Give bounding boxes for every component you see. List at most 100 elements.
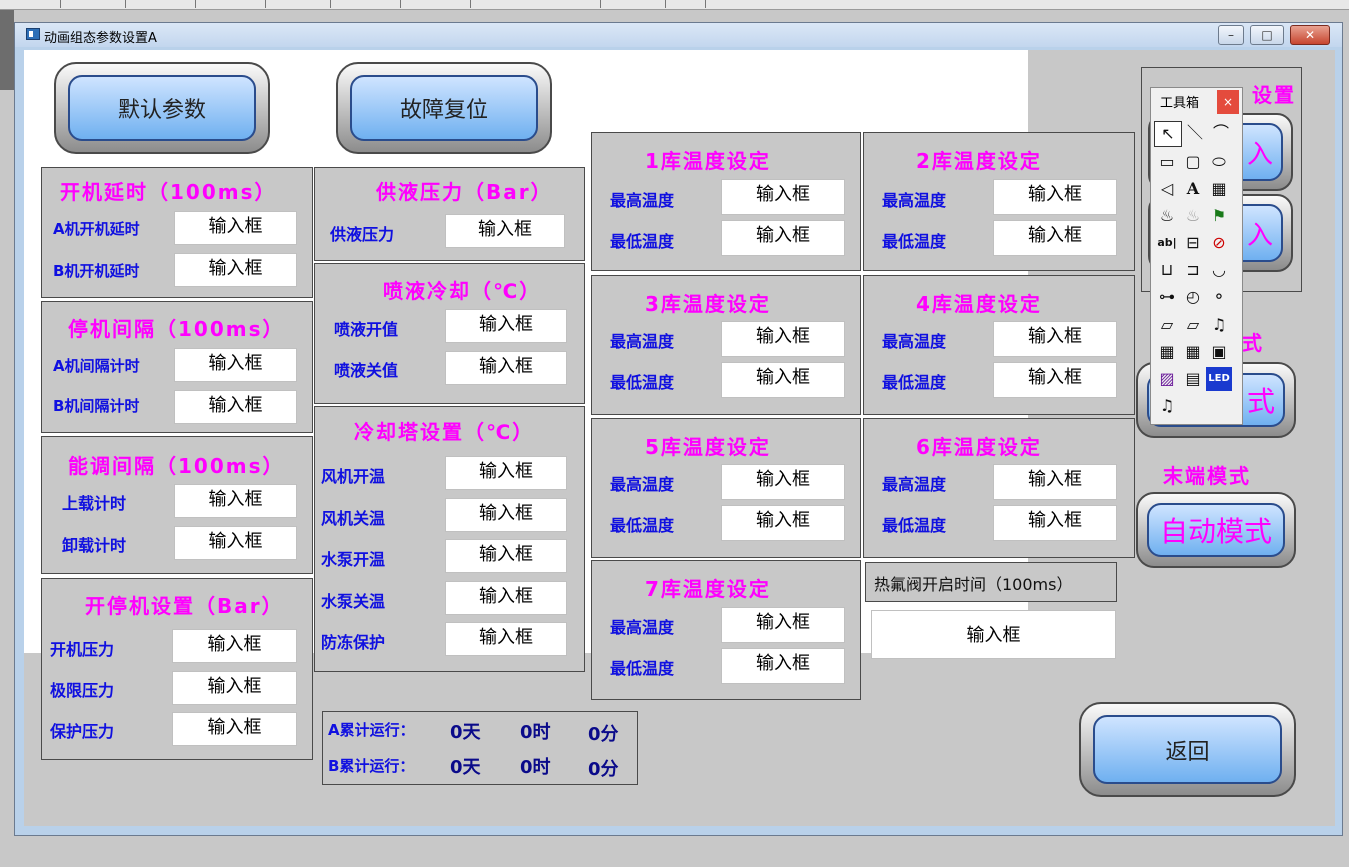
default-params-button[interactable]: 默认参数 xyxy=(54,62,270,154)
supply-pressure-input[interactable]: 输入框 xyxy=(445,214,565,248)
antifreeze-input[interactable]: 输入框 xyxy=(445,622,567,656)
xy-chart-tool-icon[interactable]: ▱ xyxy=(1180,313,1206,337)
room-1-min-label: 最低温度 xyxy=(610,232,675,251)
sub-window-tool-icon[interactable]: ▣ xyxy=(1206,340,1232,364)
runtime-b-hours: 0时 xyxy=(520,757,551,778)
history-curve-tool-icon[interactable]: ▨ xyxy=(1154,367,1180,391)
trend-chart-tool-icon[interactable]: ▱ xyxy=(1154,313,1180,337)
room-2-max-label: 最高温度 xyxy=(882,191,947,210)
unload-timer-input[interactable]: 输入框 xyxy=(174,526,297,560)
report-tool-icon[interactable]: ▤ xyxy=(1180,367,1206,391)
led-tool-icon[interactable]: LED xyxy=(1206,366,1232,391)
text-tool-icon[interactable]: A xyxy=(1180,177,1206,201)
stop-interval-b-input[interactable]: 输入框 xyxy=(174,390,297,424)
standard-button-tool-icon[interactable]: ⊘ xyxy=(1206,231,1232,255)
room-1-max-input[interactable]: 输入框 xyxy=(721,179,845,215)
spray-cooling-title: 喷液冷却（℃） xyxy=(383,279,542,303)
table-tool-icon[interactable]: ▦ xyxy=(1154,340,1180,364)
limit-pressure-label: 极限压力 xyxy=(50,681,115,700)
fault-reset-button[interactable]: 故障复位 xyxy=(336,62,552,154)
fan-off-temp-input[interactable]: 输入框 xyxy=(445,498,567,532)
spray-on-label: 喷液开值 xyxy=(334,320,399,339)
pump-off-temp-input[interactable]: 输入框 xyxy=(445,581,567,615)
rounded-rect-tool-icon[interactable]: ▢ xyxy=(1180,150,1206,174)
object-tool-icon[interactable]: ♨ xyxy=(1154,204,1180,228)
room-4-max-input[interactable]: 输入框 xyxy=(993,321,1117,357)
cooling-tower-title: 冷却塔设置（℃） xyxy=(354,420,535,444)
step-line-tool-icon[interactable]: ⊐ xyxy=(1180,258,1206,282)
pointer-tool-icon[interactable]: ↖ xyxy=(1154,121,1182,147)
end-mode-auto-label: 自动模式 xyxy=(1147,503,1285,557)
rotating-arc-tool-icon[interactable]: ◡ xyxy=(1206,258,1232,282)
room-4-min-input[interactable]: 输入框 xyxy=(993,362,1117,398)
room-6-max-label: 最高温度 xyxy=(882,475,947,494)
runtime-b-label: B累计运行： xyxy=(328,757,415,775)
room-6-title: 6库温度设定 xyxy=(916,435,1042,459)
room-6-min-input[interactable]: 输入框 xyxy=(993,505,1117,541)
arc-tool-icon[interactable]: ⌒ xyxy=(1208,121,1234,145)
polygon-tool-icon[interactable]: ◁ xyxy=(1154,177,1180,201)
stop-interval-title: 停机间隔（100ms） xyxy=(68,317,285,341)
runtime-b-mins: 0分 xyxy=(588,759,619,780)
load-timer-input[interactable]: 输入框 xyxy=(174,484,297,518)
ellipse-tool-icon[interactable]: ⬭ xyxy=(1206,150,1232,174)
spray-off-input[interactable]: 输入框 xyxy=(445,351,567,385)
load-timer-label: 上载计时 xyxy=(62,494,127,513)
protect-pressure-label: 保护压力 xyxy=(50,722,115,741)
startup-delay-a-input[interactable]: 输入框 xyxy=(174,211,297,245)
start-pressure-input[interactable]: 输入框 xyxy=(172,629,297,663)
start-stop-title: 开停机设置（Bar） xyxy=(85,594,284,618)
title-bar xyxy=(15,23,1342,47)
room-1-min-input[interactable]: 输入框 xyxy=(721,220,845,256)
data-grid-tool-icon[interactable]: ▦ xyxy=(1180,340,1206,364)
line-tool-icon[interactable]: ＼ xyxy=(1182,121,1208,145)
input-tool-icon[interactable]: ⊟ xyxy=(1180,231,1206,255)
room-5-max-input[interactable]: 输入框 xyxy=(721,464,845,500)
return-label: 返回 xyxy=(1093,715,1282,784)
pump-on-temp-input[interactable]: 输入框 xyxy=(445,539,567,573)
room-2-max-input[interactable]: 输入框 xyxy=(993,179,1117,215)
return-button[interactable]: 返回 xyxy=(1079,702,1296,797)
room-2-min-input[interactable]: 输入框 xyxy=(993,220,1117,256)
object-disabled-tool-icon[interactable]: ♨ xyxy=(1180,204,1206,228)
runtime-a-mins: 0分 xyxy=(588,724,619,745)
window-app-icon xyxy=(26,28,40,40)
room-5-max-label: 最高温度 xyxy=(610,475,675,494)
alarm-browse-tool-icon[interactable]: ♫ xyxy=(1154,394,1180,418)
room-5-title: 5库温度设定 xyxy=(645,435,771,459)
minimize-button[interactable]: – xyxy=(1218,25,1244,45)
room-5-min-input[interactable]: 输入框 xyxy=(721,505,845,541)
label-tool-icon[interactable]: ab| xyxy=(1154,231,1180,255)
flow-tool-icon[interactable]: ⚑ xyxy=(1206,204,1232,228)
fan-on-temp-input[interactable]: 输入框 xyxy=(445,456,567,490)
room-7-min-input[interactable]: 输入框 xyxy=(721,648,845,684)
limit-pressure-input[interactable]: 输入框 xyxy=(172,671,297,705)
alarm-tool-icon[interactable]: ♫ xyxy=(1206,313,1232,337)
gauge-tool-icon[interactable]: ◴ xyxy=(1180,285,1206,309)
close-button[interactable]: ✕ xyxy=(1290,25,1330,45)
protect-pressure-input[interactable]: 输入框 xyxy=(172,712,297,746)
maximize-button[interactable]: □ xyxy=(1250,25,1284,45)
indicator-tool-icon[interactable]: ⚬ xyxy=(1206,285,1232,309)
room-7-max-input[interactable]: 输入框 xyxy=(721,607,845,643)
fan-on-temp-label: 风机开温 xyxy=(321,467,386,486)
room-3-max-input[interactable]: 输入框 xyxy=(721,321,845,357)
room-6-max-input[interactable]: 输入框 xyxy=(993,464,1117,500)
pipe-tool-icon[interactable]: ⊔ xyxy=(1154,258,1180,282)
room-3-min-input[interactable]: 输入框 xyxy=(721,362,845,398)
runtime-a-hours: 0时 xyxy=(520,722,551,743)
startup-delay-title: 开机延时（100ms） xyxy=(60,180,277,204)
startup-delay-b-input[interactable]: 输入框 xyxy=(174,253,297,287)
spray-on-input[interactable]: 输入框 xyxy=(445,309,567,343)
toolbox-close-icon[interactable]: × xyxy=(1217,90,1239,114)
hot-gas-valve-input[interactable]: 输入框 xyxy=(871,610,1116,659)
window-title: 动画组态参数设置A xyxy=(44,31,157,46)
bitmap-tool-icon[interactable]: ▦ xyxy=(1206,177,1232,201)
fault-reset-label: 故障复位 xyxy=(350,75,538,141)
rectangle-tool-icon[interactable]: ▭ xyxy=(1154,150,1180,174)
room-3-min-label: 最低温度 xyxy=(610,373,675,392)
slider-tool-icon[interactable]: ⊶ xyxy=(1154,285,1180,309)
room-2-min-label: 最低温度 xyxy=(882,232,947,251)
stop-interval-a-input[interactable]: 输入框 xyxy=(174,348,297,382)
end-mode-auto-button[interactable]: 自动模式 xyxy=(1136,492,1296,568)
